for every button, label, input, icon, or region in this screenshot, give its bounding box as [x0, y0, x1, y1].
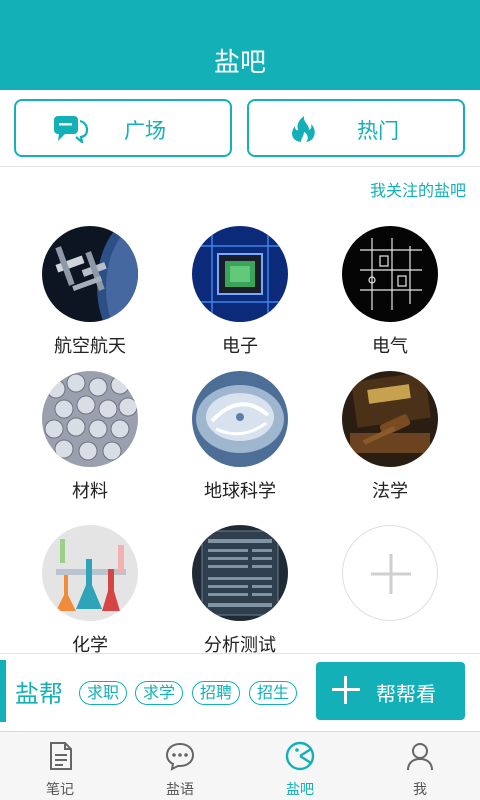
help-button-label: 帮帮看	[376, 682, 436, 706]
category-materials[interactable]: 材料	[20, 371, 160, 503]
tag-admissions[interactable]: 招生	[249, 681, 298, 705]
plus-icon	[332, 676, 360, 704]
category-aerospace[interactable]: 航空航天	[20, 226, 160, 358]
category-name: 地球科学	[204, 481, 276, 502]
category-earth-science[interactable]: 地球科学	[170, 371, 310, 503]
tag-study[interactable]: 求学	[135, 681, 184, 705]
space-station-photo	[42, 226, 138, 322]
my-followed-bars-link[interactable]: 我关注的盐吧	[370, 177, 466, 201]
tab-label: 盐语	[166, 782, 194, 798]
add-category-button[interactable]	[320, 525, 460, 621]
category-name: 电子	[222, 336, 258, 357]
square-button[interactable]: 广场	[14, 99, 232, 157]
tab-label: 笔记	[46, 782, 74, 798]
law-gavel-photo	[342, 371, 438, 467]
helper-title: 盐帮	[15, 680, 63, 708]
page-title: 盐吧	[213, 48, 266, 78]
tab-salt-talk[interactable]: 盐语	[120, 732, 240, 800]
instrument-screen-photo	[192, 525, 288, 621]
divider	[0, 166, 480, 167]
tab-notes[interactable]: 笔记	[0, 732, 120, 800]
electrical-diagram-photo	[342, 226, 438, 322]
tab-label: 我	[413, 782, 427, 798]
accent-bar	[0, 660, 6, 722]
category-electrical[interactable]: 电气	[320, 226, 460, 358]
tag-job-seeking[interactable]: 求职	[79, 681, 128, 705]
bottom-tab-bar: 笔记 盐语 盐吧 我	[0, 731, 480, 800]
category-electronics[interactable]: 电子	[170, 226, 310, 358]
hot-button[interactable]: 热门	[247, 99, 465, 157]
crystals-photo	[42, 371, 138, 467]
tab-label: 盐吧	[286, 782, 314, 798]
flame-icon	[292, 116, 315, 142]
help-me-look-button[interactable]: 帮帮看	[316, 662, 465, 720]
category-name: 电气	[372, 336, 408, 357]
category-name: 法学	[372, 481, 408, 502]
category-name: 材料	[72, 481, 108, 502]
category-chemistry[interactable]: 化学	[20, 525, 160, 657]
lab-flasks-illustration	[42, 525, 138, 621]
salt-helper-section: 盐帮 求职 求学 招聘 招生 帮帮看	[0, 654, 480, 730]
salt-bar-icon	[285, 741, 315, 771]
plus-icon	[342, 525, 438, 621]
app-header: 盐吧	[0, 0, 480, 90]
square-label: 广场	[124, 119, 166, 143]
tab-me[interactable]: 我	[360, 732, 480, 800]
hurricane-photo	[192, 371, 288, 467]
category-analysis-testing[interactable]: 分析测试	[170, 525, 310, 657]
category-law[interactable]: 法学	[320, 371, 460, 503]
chat-bubbles-icon	[54, 116, 88, 143]
tab-salt-bar[interactable]: 盐吧	[240, 732, 360, 800]
circuit-chip-photo	[192, 226, 288, 322]
tag-recruiting[interactable]: 招聘	[192, 681, 241, 705]
chat-icon	[165, 742, 195, 771]
note-icon	[50, 742, 72, 770]
hot-label: 热门	[357, 119, 399, 143]
category-name: 航空航天	[54, 336, 126, 357]
person-icon	[407, 743, 433, 771]
